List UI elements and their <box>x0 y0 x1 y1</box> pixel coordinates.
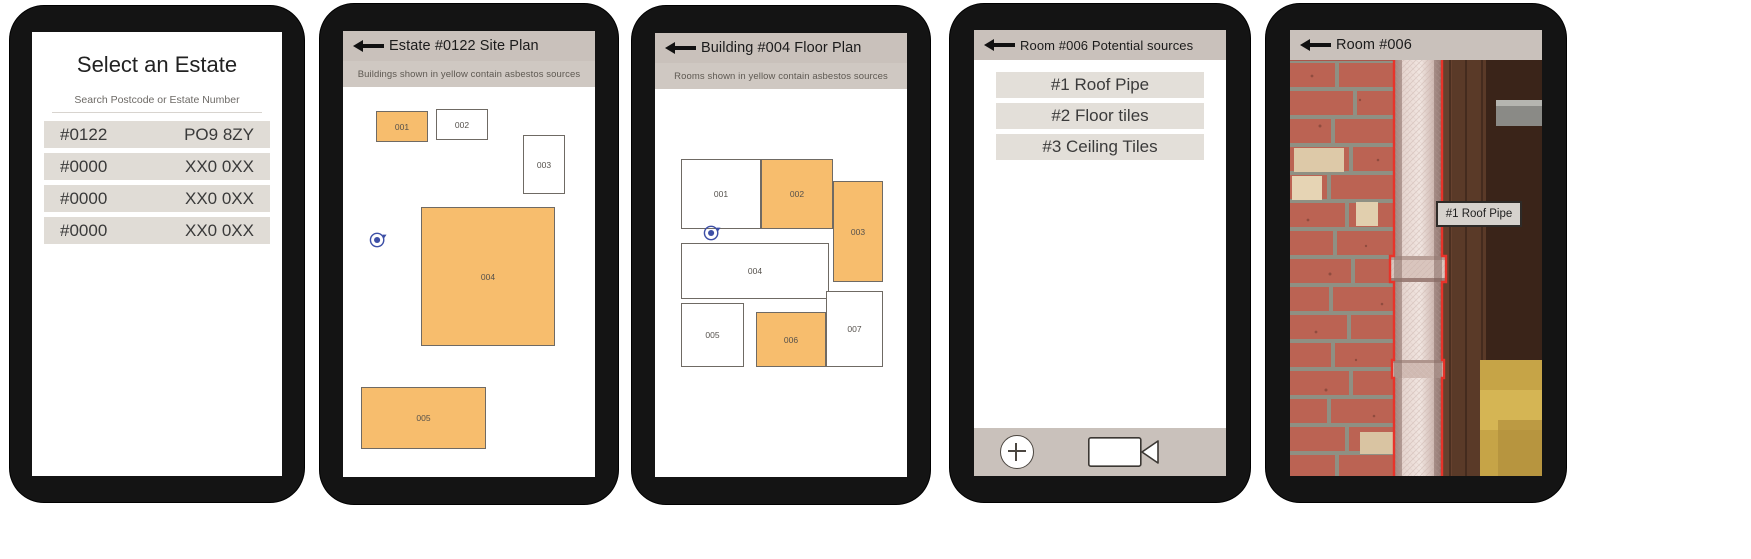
room-shape[interactable]: 001 <box>681 159 761 229</box>
page-title: Estate #0122 Site Plan <box>389 38 539 54</box>
estate-postcode: XX0 0XX <box>185 188 254 208</box>
building-label: 001 <box>394 121 410 132</box>
room-shape[interactable]: 006 <box>756 312 826 367</box>
back-arrow-icon[interactable] <box>1298 36 1334 54</box>
titlebar: Room #006 Potential sources <box>974 30 1226 60</box>
room-label: 006 <box>783 334 799 345</box>
screenshot-stage: Select an Estate Search Postcode or Esta… <box>0 0 1751 559</box>
legend-text: Rooms shown in yellow contain asbestos s… <box>655 63 907 89</box>
tablet-room-photo: Room #006 #1 Roof Pipe <box>1266 4 1566 502</box>
legend-text: Buildings shown in yellow contain asbest… <box>343 61 595 87</box>
estate-postcode: XX0 0XX <box>185 220 254 240</box>
room-label: 002 <box>789 189 805 199</box>
screen-site-plan: Estate #0122 Site Plan Buildings shown i… <box>343 31 595 477</box>
page-title: Select an Estate <box>76 52 238 77</box>
estate-number: #0000 <box>60 188 108 208</box>
list-item[interactable]: #3 Ceiling Tiles <box>996 134 1204 160</box>
room-shape[interactable]: 007 <box>826 291 883 367</box>
bottom-toolbar <box>974 428 1226 476</box>
annotation-label[interactable]: #1 Roof Pipe <box>1437 202 1521 226</box>
list-item[interactable]: #0000 XX0 0XX <box>44 217 270 244</box>
screen-potential-sources: Room #006 Potential sources #1 Roof Pipe… <box>974 30 1226 476</box>
building-shape[interactable]: 004 <box>421 207 555 346</box>
search-input[interactable]: Search Postcode or Estate Number <box>52 94 262 113</box>
room-label: 001 <box>713 189 729 199</box>
titlebar: Room #006 <box>1290 30 1542 60</box>
tablet-floor-plan: Building #004 Floor Plan Rooms shown in … <box>632 6 930 504</box>
building-shape[interactable]: 001 <box>376 111 428 142</box>
estate-postcode: XX0 0XX <box>185 156 254 176</box>
photo-canvas <box>1290 60 1542 476</box>
page-title: Room #006 <box>1336 37 1412 53</box>
source-label: #1 Roof Pipe <box>1050 75 1150 94</box>
gps-location-icon <box>369 232 387 248</box>
building-label: 005 <box>416 413 431 423</box>
building-label: 003 <box>536 159 552 170</box>
screen-estate-list: Select an Estate Search Postcode or Esta… <box>32 32 282 476</box>
room-photo[interactable]: #1 Roof Pipe <box>1290 60 1542 476</box>
list-item[interactable]: #0000 XX0 0XX <box>44 185 270 212</box>
screen-floor-plan: Building #004 Floor Plan Rooms shown in … <box>655 33 907 477</box>
building-shape[interactable]: 003 <box>523 135 565 194</box>
tablet-potential-sources: Room #006 Potential sources #1 Roof Pipe… <box>950 4 1250 502</box>
list-item[interactable]: #0122 PO9 8ZY <box>44 121 270 148</box>
building-label: 004 <box>480 271 496 282</box>
building-label: 002 <box>454 119 470 130</box>
estate-number: #0000 <box>60 156 108 176</box>
gps-location-icon <box>703 225 721 241</box>
room-label: 007 <box>847 324 862 334</box>
floor-plan-rooms: 001 002 003 004 005 006 007 <box>679 157 889 372</box>
plus-circle-icon[interactable] <box>1000 435 1034 469</box>
estate-list: #0122 PO9 8ZY #0000 XX0 0XX #0000 XX0 0X… <box>44 121 270 244</box>
page-title: Building #004 Floor Plan <box>701 40 862 56</box>
back-arrow-icon[interactable] <box>982 36 1018 54</box>
brick-wall <box>1290 60 1399 476</box>
source-label: #3 Ceiling Tiles <box>1042 137 1158 156</box>
estate-number: #0122 <box>60 124 108 144</box>
source-list: #1 Roof Pipe #2 Floor tiles #3 Ceiling T… <box>974 60 1226 160</box>
room-label: 003 <box>850 226 866 237</box>
tablet-site-plan: Estate #0122 Site Plan Buildings shown i… <box>320 4 618 504</box>
room-shape[interactable]: 005 <box>681 303 744 367</box>
tablet-estate-list: Select an Estate Search Postcode or Esta… <box>10 6 304 502</box>
room-shape[interactable]: 002 <box>761 159 833 229</box>
estate-postcode: PO9 8ZY <box>184 124 254 144</box>
page-title: Room #006 Potential sources <box>1020 37 1194 53</box>
list-item[interactable]: #1 Roof Pipe <box>996 72 1204 98</box>
list-item[interactable]: #0000 XX0 0XX <box>44 153 270 180</box>
site-plan-canvas[interactable]: 001 002 003 004 005 <box>343 87 595 477</box>
back-arrow-icon[interactable] <box>351 37 387 55</box>
source-label: #2 Floor tiles <box>1051 106 1149 125</box>
video-camera-icon[interactable] <box>1088 437 1160 467</box>
room-shape[interactable]: 003 <box>833 181 883 282</box>
building-shape[interactable]: 002 <box>436 109 488 140</box>
back-arrow-icon[interactable] <box>663 39 699 57</box>
titlebar: Estate #0122 Site Plan <box>343 31 595 61</box>
building-shape[interactable]: 005 <box>361 387 486 449</box>
list-item[interactable]: #2 Floor tiles <box>996 103 1204 129</box>
room-label: 005 <box>705 330 720 340</box>
screen-room-photo: Room #006 #1 Roof Pipe <box>1290 30 1542 476</box>
roof-pipe <box>1390 60 1446 476</box>
titlebar: Building #004 Floor Plan <box>655 33 907 63</box>
estate-number: #0000 <box>60 220 108 240</box>
room-shape[interactable]: 004 <box>681 243 829 299</box>
room-label: 004 <box>747 266 763 276</box>
floor-plan-canvas[interactable]: 001 002 003 004 005 006 007 <box>655 89 907 477</box>
